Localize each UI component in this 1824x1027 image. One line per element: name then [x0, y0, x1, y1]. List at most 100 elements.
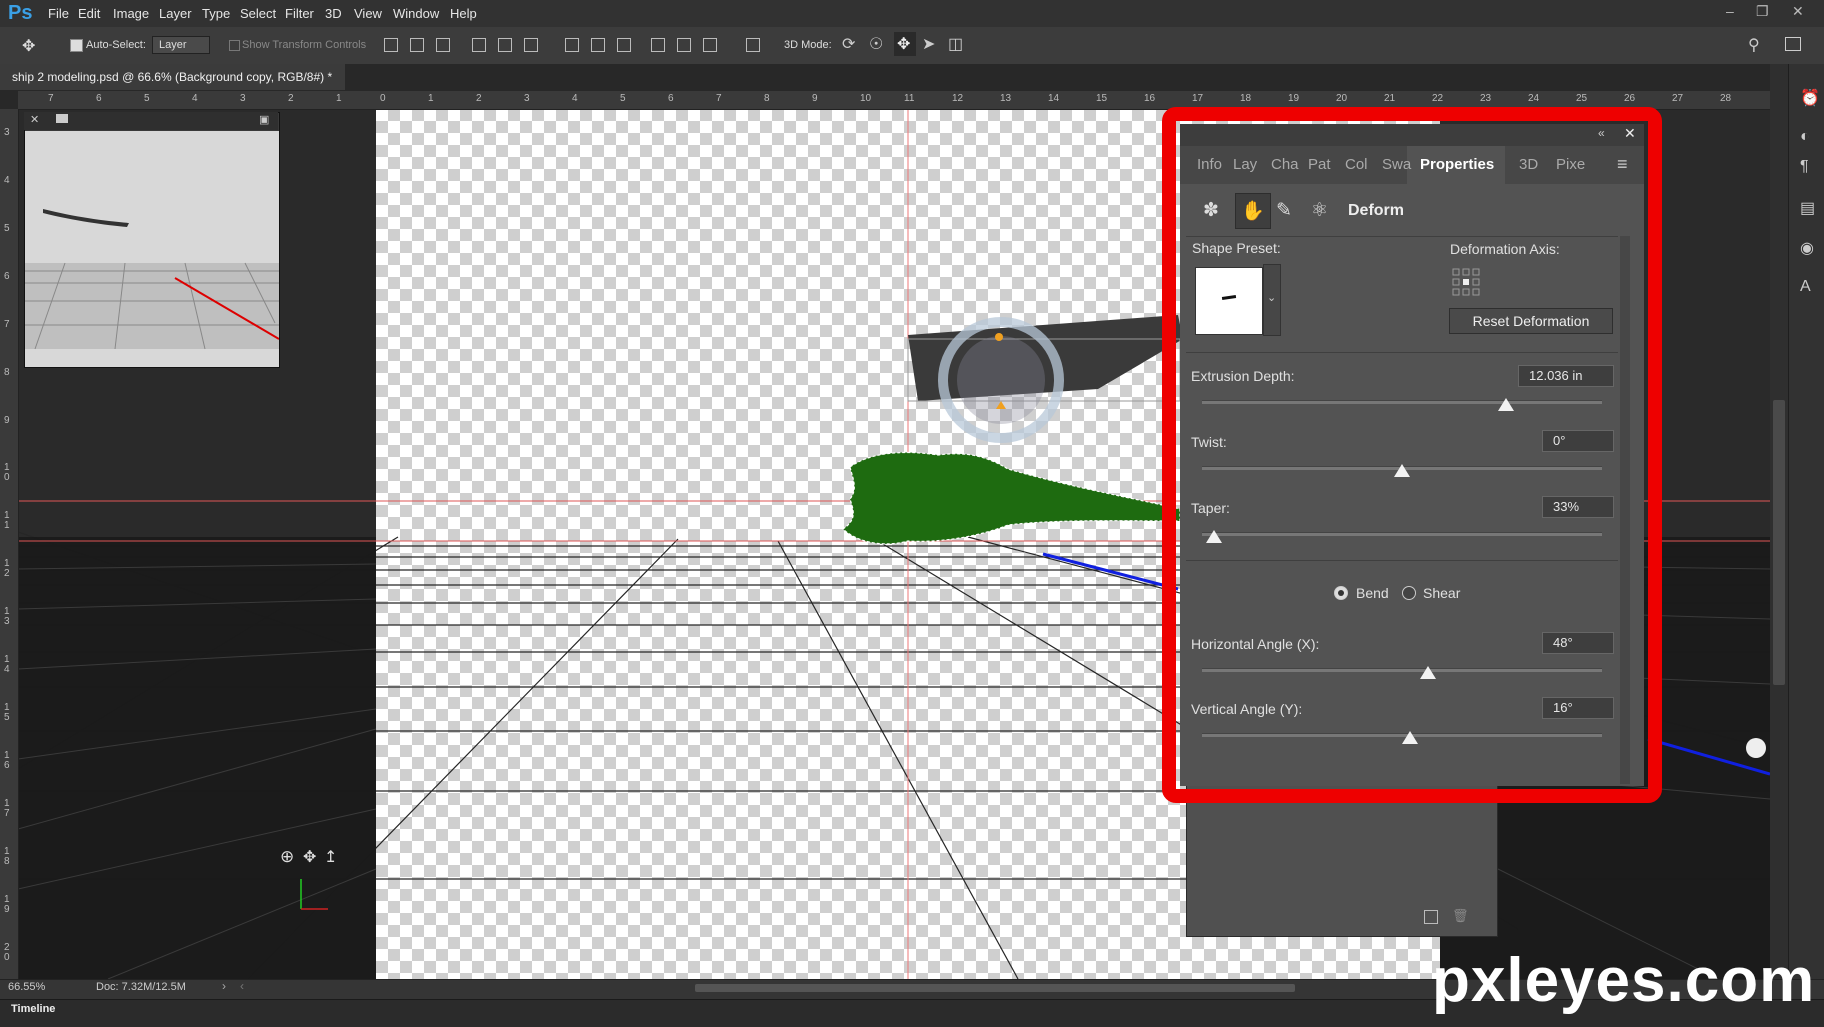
scale-3d-icon[interactable]: ◫ [948, 34, 963, 54]
distribute-vcenter-icon[interactable] [591, 38, 605, 52]
ruler-label: 1 1 [4, 510, 10, 531]
align-right-icon[interactable] [524, 38, 538, 52]
secondary-view[interactable] [24, 112, 280, 368]
menu-file[interactable]: File [48, 6, 69, 21]
secondary-view-scene [25, 131, 280, 367]
distribute-hcenter-icon[interactable] [677, 38, 691, 52]
ruler-label: 4 [572, 93, 578, 104]
scrollbar-thumb[interactable] [1773, 400, 1785, 685]
ruler-label: 8 [4, 367, 10, 378]
green-selected-shape [842, 451, 1181, 545]
ruler-label: 7 [48, 93, 54, 104]
secondary-view-close-icon[interactable]: ✕ [30, 113, 39, 126]
ruler-label: 1 8 [4, 846, 10, 867]
ruler-label: 2 0 [4, 942, 10, 963]
move-tool-icon[interactable]: ✥ [22, 36, 35, 56]
show-transform-checkbox[interactable] [229, 40, 240, 51]
ruler-label: 11 [904, 93, 915, 104]
auto-align-icon[interactable] [746, 38, 760, 52]
ruler-label: 13 [1000, 93, 1012, 104]
close-window-icon[interactable]: ✕ [1792, 3, 1804, 20]
ruler-label: 18 [1240, 93, 1252, 104]
auto-select-checkbox[interactable] [70, 39, 83, 52]
menu-view[interactable]: View [354, 6, 382, 21]
secondary-view-expand-icon[interactable]: ▣ [259, 113, 269, 126]
ruler-label: 6 [4, 271, 10, 282]
character-icon[interactable]: A [1800, 278, 1811, 296]
layer-comps-icon[interactable]: ▤ [1800, 198, 1815, 218]
menu-filter[interactable]: Filter [285, 6, 314, 21]
distribute-top-icon[interactable] [565, 38, 579, 52]
ruler-label: 2 [288, 93, 294, 104]
ruler-label: 1 4 [4, 654, 10, 675]
ruler-label: 3 [4, 127, 10, 138]
ruler-label: 1 2 [4, 558, 10, 579]
ruler-label: 1 9 [4, 894, 10, 915]
secondary-view-floor [25, 263, 279, 349]
orbit-3d-icon[interactable]: ⟳ [842, 34, 855, 54]
ruler-label: 10 [860, 93, 872, 104]
paragraph-style-icon[interactable]: ¶ [1800, 158, 1809, 176]
ruler-label: 1 7 [4, 798, 10, 819]
history-icon[interactable]: ⏰ [1800, 88, 1820, 108]
auto-select-label: Auto-Select: [86, 39, 146, 51]
distribute-right-icon[interactable] [703, 38, 717, 52]
timeline-tab[interactable]: Timeline [11, 1003, 55, 1015]
ruler-label: 4 [192, 93, 198, 104]
camera-icon[interactable] [56, 114, 68, 123]
menu-window[interactable]: Window [393, 6, 439, 21]
ruler-label: 20 [1336, 93, 1348, 104]
menu-image[interactable]: Image [113, 6, 149, 21]
secondary-view-header[interactable]: ✕ ▣ [24, 112, 278, 130]
ruler-label: 12 [952, 93, 964, 104]
ruler-label: 2 [476, 93, 482, 104]
new-item-icon[interactable] [1424, 910, 1438, 924]
align-vcenter-icon[interactable] [410, 38, 424, 52]
workspace-icon[interactable] [1785, 37, 1801, 51]
align-bottom-icon[interactable] [436, 38, 450, 52]
menu-select[interactable]: Select [240, 6, 276, 21]
menu-edit[interactable]: Edit [78, 6, 100, 21]
ruler-label: 5 [4, 223, 10, 234]
photoshop-logo: Ps [8, 2, 33, 24]
ruler-label: 1 0 [4, 462, 10, 483]
ruler-label: 19 [1288, 93, 1300, 104]
ruler-label: 7 [4, 319, 10, 330]
ruler-label: 21 [1384, 93, 1396, 104]
search-icon[interactable]: ⚲ [1748, 35, 1760, 55]
horizontal-scrollbar-thumb[interactable] [695, 984, 1295, 992]
orbit-nav-icon: ⊕ [280, 847, 294, 867]
align-left-icon[interactable] [472, 38, 486, 52]
ruler-label: 4 [4, 175, 10, 186]
menu-layer[interactable]: Layer [159, 6, 192, 21]
h-scroll-left-icon[interactable]: ‹ [240, 979, 244, 993]
roll-3d-icon[interactable]: ☉ [869, 34, 883, 54]
menu-3d[interactable]: 3D [325, 6, 342, 21]
status-menu-arrow-icon[interactable]: › [222, 979, 226, 993]
distribute-left-icon[interactable] [651, 38, 665, 52]
zoom-level[interactable]: 66.55% [8, 981, 45, 993]
trash-icon[interactable]: 🗑 [1452, 908, 1469, 924]
document-tab[interactable]: ship 2 modeling.psd @ 66.6% (Background … [0, 64, 345, 110]
3d-mode-label: 3D Mode: [784, 39, 832, 51]
ruler-label: 25 [1576, 93, 1588, 104]
slide-3d-icon[interactable]: ➤ [922, 34, 935, 54]
ruler-label: 24 [1528, 93, 1540, 104]
align-top-icon[interactable] [384, 38, 398, 52]
channels-icon[interactable]: ◉ [1800, 238, 1814, 258]
menu-help[interactable]: Help [450, 6, 477, 21]
restore-icon[interactable]: ❐ [1756, 3, 1769, 20]
ruler-label: 14 [1048, 93, 1060, 104]
adjustments-icon[interactable]: ◐ [1800, 128, 1810, 146]
menu-type[interactable]: Type [202, 6, 230, 21]
align-hcenter-icon[interactable] [498, 38, 512, 52]
pan-3d-icon[interactable]: ✥ [897, 34, 910, 54]
distribute-bottom-icon[interactable] [617, 38, 631, 52]
ruler-label: 1 6 [4, 750, 10, 771]
ruler-label: 26 [1624, 93, 1636, 104]
auto-select-target-dropdown[interactable]: Layer [152, 36, 210, 54]
ruler-label: 1 [428, 93, 434, 104]
pan-nav-icon: ✥ [303, 847, 316, 866]
minimize-icon[interactable]: – [1726, 3, 1734, 19]
ruler-label: 9 [812, 93, 818, 104]
